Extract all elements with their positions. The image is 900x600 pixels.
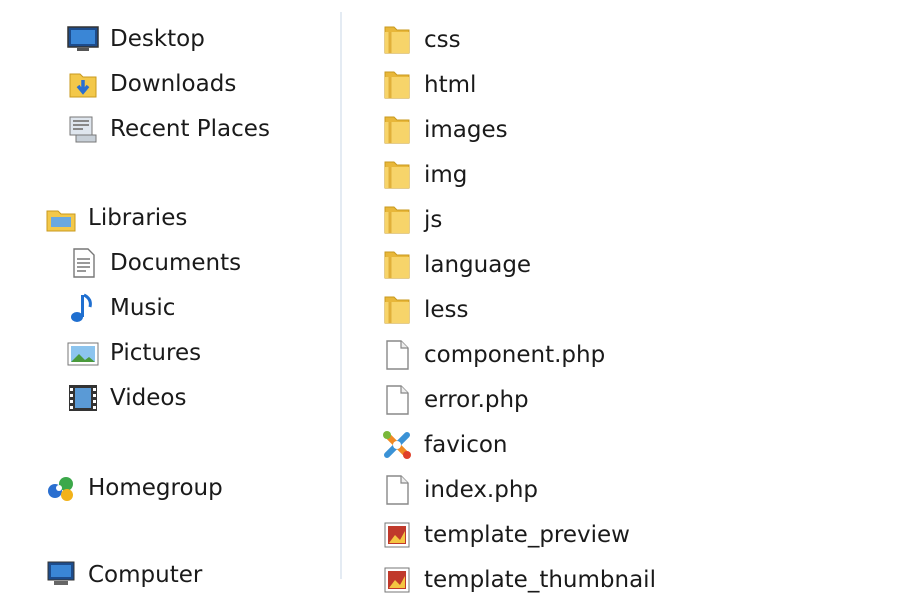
folder-icon <box>380 159 414 191</box>
file-item[interactable]: component.php <box>380 335 605 375</box>
nav-item-label: Computer <box>88 562 203 588</box>
file-name: component.php <box>424 342 606 368</box>
file-name: template_thumbnail <box>424 567 656 593</box>
file-item[interactable]: favicon <box>380 425 508 465</box>
file-item[interactable]: error.php <box>380 380 529 420</box>
folder-item[interactable]: images <box>380 110 508 150</box>
nav-item-homegroup[interactable]: Homegroup <box>44 468 223 508</box>
videos-icon <box>66 382 100 414</box>
folder-item[interactable]: less <box>380 290 469 330</box>
file-name: css <box>424 27 461 53</box>
navigation-pane: Desktop Downloads Recent Places Librarie… <box>0 0 340 588</box>
nav-item-label: Pictures <box>110 340 202 366</box>
file-name: index.php <box>424 477 539 503</box>
file-name: js <box>424 207 443 233</box>
file-name: template_preview <box>424 522 630 548</box>
nav-item-label: Libraries <box>88 205 188 231</box>
image-file-icon <box>380 519 414 551</box>
joomla-favicon-icon <box>380 429 414 461</box>
folder-item[interactable]: language <box>380 245 531 285</box>
folder-icon <box>380 249 414 281</box>
folder-item[interactable]: css <box>380 20 461 60</box>
recent-places-icon <box>66 113 100 145</box>
file-item[interactable]: index.php <box>380 470 538 510</box>
folder-item[interactable]: html <box>380 65 476 105</box>
nav-item-libraries[interactable]: Libraries <box>44 198 187 238</box>
image-file-icon <box>380 564 414 596</box>
folder-icon <box>380 294 414 326</box>
document-file-icon <box>380 339 414 371</box>
desktop-icon <box>66 23 100 55</box>
file-name: error.php <box>424 387 529 413</box>
folder-icon <box>380 24 414 56</box>
nav-item-label: Homegroup <box>88 475 223 501</box>
nav-item-desktop[interactable]: Desktop <box>66 19 205 59</box>
nav-item-label: Downloads <box>110 71 237 97</box>
nav-item-label: Music <box>110 295 176 321</box>
nav-item-label: Documents <box>110 250 242 276</box>
nav-item-label: Recent Places <box>110 116 270 142</box>
downloads-folder-icon <box>66 68 100 100</box>
nav-item-documents[interactable]: Documents <box>66 243 241 283</box>
document-file-icon <box>380 474 414 506</box>
folder-icon <box>380 69 414 101</box>
folder-icon <box>380 114 414 146</box>
folder-icon <box>380 204 414 236</box>
nav-item-recent-places[interactable]: Recent Places <box>66 109 270 149</box>
file-name: language <box>424 252 532 278</box>
nav-item-label: Videos <box>110 385 187 411</box>
nav-item-videos[interactable]: Videos <box>66 378 186 418</box>
music-icon <box>66 292 100 324</box>
file-name: img <box>424 162 468 188</box>
nav-item-computer[interactable]: Computer <box>44 555 202 595</box>
computer-icon <box>44 559 78 591</box>
homegroup-icon <box>44 472 78 504</box>
file-name: favicon <box>424 432 508 458</box>
file-name: html <box>424 72 477 98</box>
file-item[interactable]: template_thumbnail <box>380 560 656 600</box>
folder-item[interactable]: img <box>380 155 467 195</box>
file-item[interactable]: template_preview <box>380 515 630 555</box>
pictures-icon <box>66 337 100 369</box>
nav-item-downloads[interactable]: Downloads <box>66 64 236 104</box>
folder-item[interactable]: js <box>380 200 442 240</box>
nav-item-music[interactable]: Music <box>66 288 175 328</box>
nav-item-label: Desktop <box>110 26 205 52</box>
documents-icon <box>66 247 100 279</box>
document-file-icon <box>380 384 414 416</box>
file-name: less <box>424 297 469 323</box>
libraries-icon <box>44 202 78 234</box>
nav-item-pictures[interactable]: Pictures <box>66 333 201 373</box>
file-list: css html images img js language less component.… <box>342 0 900 593</box>
file-name: images <box>424 117 508 143</box>
